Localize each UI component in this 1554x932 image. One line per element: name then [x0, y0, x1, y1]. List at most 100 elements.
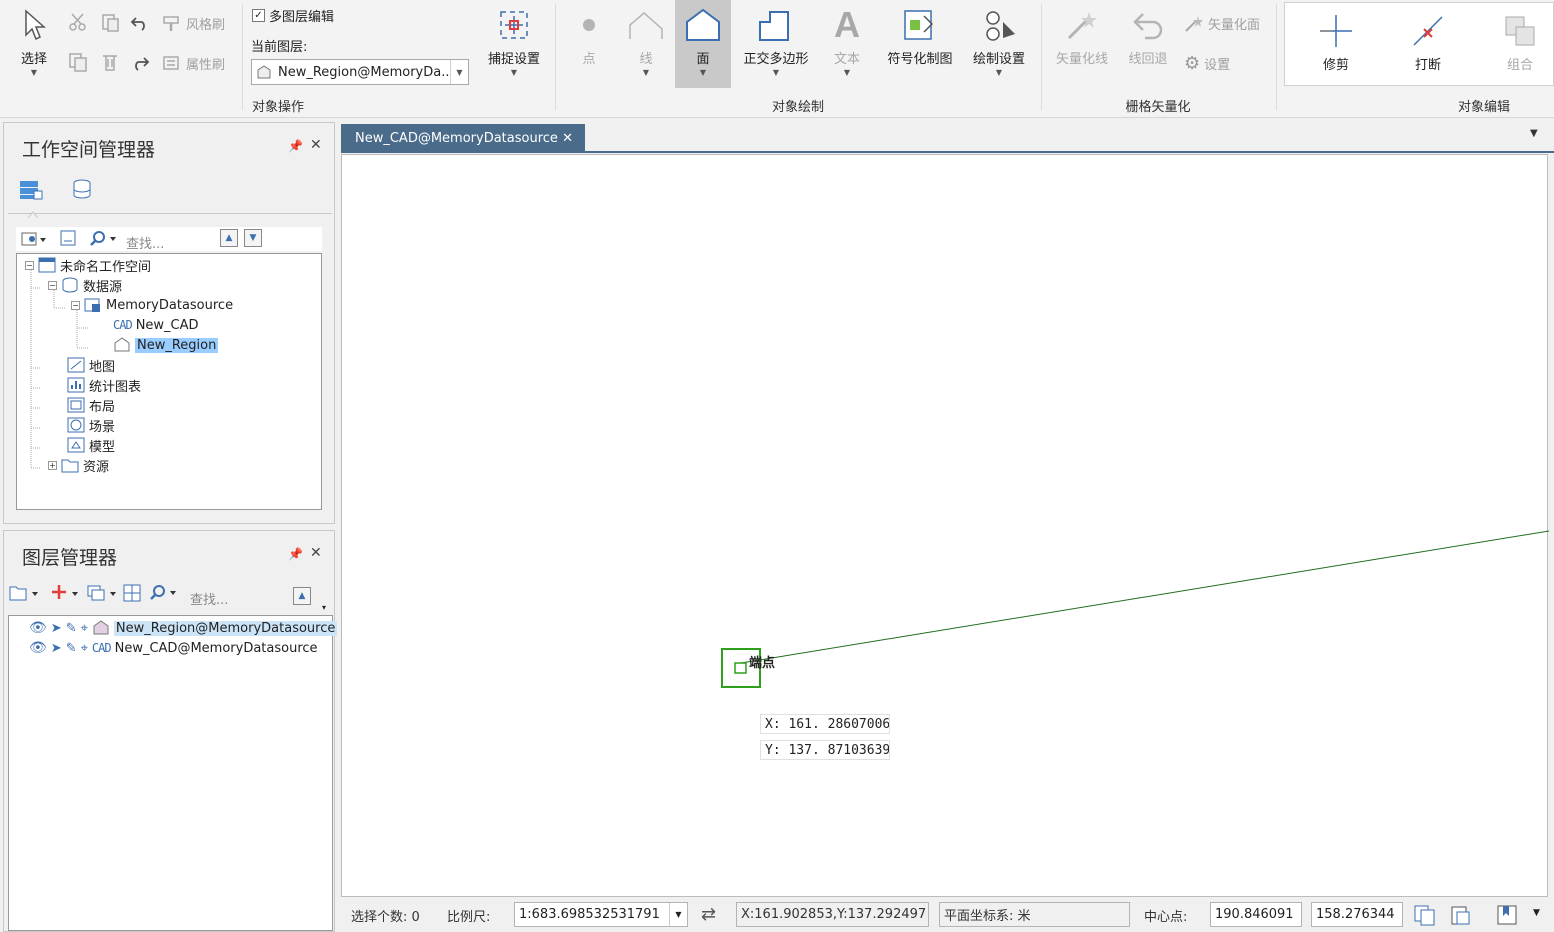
draw-settings-button[interactable]: 绘制设置 ▼ — [968, 4, 1030, 77]
tree-node-models[interactable]: 模型 — [67, 435, 115, 455]
tree-node-maps[interactable]: 地图 — [67, 355, 115, 375]
close-icon[interactable]: ✕ — [310, 545, 322, 561]
cursor-coordinates: X:161.902853,Y:137.292497 — [736, 902, 929, 927]
visibility-eye-icon[interactable]: 👁 — [29, 640, 47, 656]
raster-settings-button[interactable]: ⚙ 设置 — [1184, 53, 1230, 74]
collapse-icon[interactable]: − — [48, 280, 57, 290]
tree-node-layouts[interactable]: 布局 — [67, 395, 115, 415]
redo-icon[interactable] — [130, 52, 150, 76]
search-icon[interactable] — [90, 229, 120, 251]
draw-line-button[interactable]: 线 ▼ — [626, 4, 666, 77]
chevron-down-icon: ▼ — [995, 68, 1003, 77]
workspace-tab-local[interactable] — [18, 177, 44, 205]
selectable-arrow-icon[interactable]: ➤ — [51, 621, 62, 636]
layout-icon — [67, 397, 85, 413]
layer-copy-icon[interactable] — [86, 583, 122, 607]
add-layer-icon[interactable] — [50, 583, 84, 607]
snappable-crosshair-icon[interactable]: ⌖ — [81, 621, 88, 636]
collapse-icon[interactable]: − — [71, 300, 80, 310]
multi-layer-edit-checkbox[interactable]: ✓ 多图层编辑 — [252, 6, 334, 25]
attribute-brush-button[interactable]: 属性刷 — [162, 54, 225, 73]
layer-extent-icon[interactable] — [122, 583, 142, 607]
raster-settings-label: 设置 — [1204, 58, 1231, 73]
snap-settings-button[interactable]: 捕捉设置 ▼ — [484, 4, 544, 77]
bookmark-icon[interactable] — [1496, 904, 1520, 930]
scale-select[interactable]: 1:683.698532531791 ▼ — [514, 902, 688, 927]
tree-node-workspace[interactable]: − 未命名工作空间 — [25, 255, 151, 275]
chevron-down-icon: ▼ — [699, 68, 707, 77]
move-up-icon[interactable]: ▲ — [293, 587, 311, 605]
pin-icon[interactable]: 📌 — [288, 139, 303, 153]
workspace-search-input[interactable]: 查找... — [126, 233, 164, 252]
select-button[interactable]: 选择 ▼ — [14, 4, 54, 77]
active-tab-indicator — [27, 207, 39, 219]
point-icon — [581, 4, 597, 46]
vectorize-face-button[interactable]: 矢量化面 — [1184, 14, 1260, 33]
attribute-brush-icon — [163, 55, 179, 70]
model-icon — [67, 437, 85, 453]
export-icon[interactable] — [58, 229, 78, 251]
close-icon[interactable]: ✕ — [562, 131, 573, 146]
editable-pencil-icon[interactable]: ✎ — [66, 621, 77, 636]
gear-icon: ⚙ — [1184, 53, 1201, 74]
draw-face-button[interactable]: 面 ▼ — [682, 4, 724, 77]
snap-type-label: 端点 — [749, 656, 776, 671]
combine-button[interactable]: 组合 — [1500, 10, 1540, 73]
delete-icon[interactable] — [100, 52, 120, 76]
copy-icon[interactable] — [68, 52, 88, 76]
document-tab[interactable]: New_CAD@MemoryDatasource ✕ — [341, 124, 585, 152]
move-down-icon[interactable]: ▼ — [244, 229, 262, 247]
scene-globe-icon — [67, 417, 85, 433]
layer-row[interactable]: 👁 ➤ ✎ ⌖ CAD New_CAD@MemoryDatasource — [29, 638, 318, 658]
visibility-eye-icon[interactable]: 👁 — [29, 620, 47, 636]
orthogonal-polygon-label: 正交多边形 — [743, 52, 809, 67]
trim-label: 修剪 — [1322, 58, 1349, 73]
current-layer-select[interactable]: New_Region@MemoryDa... ▼ — [251, 59, 469, 85]
tree-node-new-cad[interactable]: CAD New_CAD — [113, 315, 199, 335]
trim-button[interactable]: 修剪 — [1316, 10, 1356, 73]
view-options-icon[interactable] — [20, 229, 48, 251]
center-y-field[interactable]: 158.276344 — [1311, 902, 1403, 927]
draw-text-button[interactable]: A 文本 ▼ — [828, 4, 866, 77]
move-up-icon[interactable]: ▲ — [220, 229, 238, 247]
layer-row[interactable]: 👁 ➤ ✎ ⌖ New_Region@MemoryDatasource — [29, 618, 338, 638]
symbol-draw-button[interactable]: 符号化制图 — [882, 4, 958, 67]
selectable-arrow-icon[interactable]: ➤ — [51, 641, 62, 656]
layer-search-input[interactable]: 查找... — [190, 589, 228, 608]
chart-icon — [67, 377, 85, 393]
paste-coordinates-icon[interactable] — [1449, 904, 1473, 930]
snappable-crosshair-icon[interactable]: ⌖ — [81, 641, 88, 656]
swap-arrows-icon[interactable]: ⇄ — [701, 904, 716, 925]
tree-node-resources[interactable]: + 资源 — [48, 455, 109, 475]
tab-list-dropdown-icon[interactable]: ▼ — [1530, 128, 1538, 139]
paste-icon[interactable] — [100, 12, 120, 36]
add-layer-group-icon[interactable] — [8, 583, 44, 607]
close-icon[interactable]: ✕ — [310, 137, 322, 153]
workspace-tab-cloud[interactable] — [66, 177, 94, 205]
tree-node-new-region[interactable]: New_Region — [113, 335, 219, 355]
tree-node-memory-datasource[interactable]: − MemoryDatasource — [71, 295, 233, 315]
cut-icon[interactable] — [68, 12, 88, 36]
break-button[interactable]: 打断 — [1408, 10, 1448, 73]
layer-search-icon[interactable] — [150, 583, 180, 607]
map-drawing — [721, 530, 1549, 688]
pin-icon[interactable]: 📌 — [288, 547, 303, 561]
chevron-down-icon[interactable]: ▾ — [322, 603, 326, 612]
trim-icon — [1318, 10, 1354, 52]
line-rollback-button[interactable]: 线回退 — [1124, 4, 1172, 67]
tree-node-scenes[interactable]: 场景 — [67, 415, 115, 435]
tree-node-charts[interactable]: 统计图表 — [67, 375, 141, 395]
undo-icon[interactable] — [130, 12, 150, 36]
copy-coordinates-icon[interactable] — [1413, 904, 1437, 930]
style-brush-button[interactable]: 风格刷 — [162, 14, 225, 33]
draw-point-button[interactable]: 点 — [574, 4, 604, 67]
center-x-field[interactable]: 190.846091 — [1210, 902, 1302, 927]
collapse-icon[interactable]: − — [25, 260, 34, 270]
orthogonal-polygon-button[interactable]: 正交多边形 ▼ — [738, 4, 814, 77]
map-canvas[interactable] — [341, 154, 1549, 897]
tree-node-datasources[interactable]: − 数据源 — [48, 275, 122, 295]
vectorize-line-button[interactable]: 矢量化线 — [1052, 4, 1112, 67]
chevron-down-icon[interactable]: ▼ — [1533, 908, 1540, 918]
editable-pencil-icon[interactable]: ✎ — [66, 641, 77, 656]
expand-icon[interactable]: + — [48, 460, 57, 470]
